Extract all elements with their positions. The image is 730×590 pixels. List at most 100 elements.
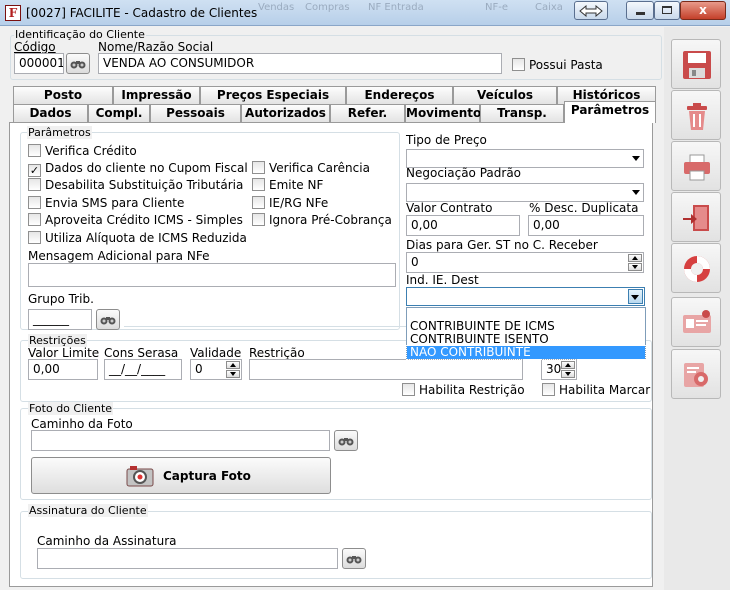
option-nao-contribuinte[interactable]: NÃO CONTRIBUINTE	[406, 345, 646, 360]
settings-icon	[684, 363, 708, 387]
code-field[interactable]: 000001	[14, 53, 64, 74]
camera-icon	[126, 466, 154, 487]
dropdown-toggle[interactable]	[628, 289, 643, 304]
dados-cupom-label: Dados do cliente no Cupom Fiscal	[45, 161, 248, 175]
negociacao-select[interactable]	[406, 183, 644, 202]
help-button[interactable]	[671, 243, 721, 293]
checkbox-box[interactable]	[28, 231, 41, 244]
ie-rg-nfe-checkbox[interactable]: IE/RG NFe	[252, 196, 328, 212]
capture-photo-button[interactable]: Captura Foto	[31, 457, 331, 494]
app-logo-icon: F	[5, 5, 21, 21]
possui-pasta-label: Possui Pasta	[529, 58, 603, 72]
envia-sms-checkbox[interactable]: Envia SMS para Cliente	[28, 196, 184, 212]
spinner-arrows-icon[interactable]	[628, 254, 642, 271]
caminho-assinatura-label: Caminho da Assinatura	[37, 534, 177, 548]
chevron-down-icon	[632, 156, 640, 161]
aproveita-credito-checkbox[interactable]: Aproveita Crédito ICMS - Simples	[28, 213, 243, 229]
print-button[interactable]	[671, 141, 721, 191]
maximize-button[interactable]	[654, 1, 680, 20]
tab-precos-especiais[interactable]: Preços Especiais	[200, 86, 346, 104]
habilita-marcar-checkbox[interactable]: Habilita Marcar	[542, 383, 650, 399]
caminho-foto-label: Caminho da Foto	[31, 417, 133, 431]
restore-arrows-button[interactable]	[574, 1, 608, 20]
verifica-credito-label: Verifica Crédito	[45, 144, 137, 158]
name-field[interactable]: VENDA AO CONSUMIDOR	[98, 53, 502, 74]
tab-refer[interactable]: Refer.	[330, 104, 405, 122]
checkbox-box[interactable]	[28, 213, 41, 226]
ghost-tab-vendas: Vendas	[258, 2, 295, 13]
delete-button[interactable]	[671, 90, 721, 140]
spinner-arrows-icon[interactable]	[561, 361, 575, 378]
checkbox-box[interactable]	[28, 178, 41, 191]
habilita-restricao-checkbox[interactable]: Habilita Restrição	[402, 383, 525, 399]
emite-nf-checkbox[interactable]: Emite NF	[252, 178, 323, 194]
grupo-trib-label: Grupo Trib.	[28, 292, 94, 306]
aliquota-reduzida-checkbox[interactable]: Utiliza Alíquota de ICMS Reduzida	[28, 231, 247, 247]
checkbox-box[interactable]	[252, 213, 265, 226]
marcar-spinner[interactable]: 30	[541, 359, 577, 380]
minimize-button[interactable]	[626, 1, 654, 20]
caminho-assinatura-search-button[interactable]	[342, 548, 366, 569]
desabilita-st-label: Desabilita Substituição Tributária	[45, 178, 244, 192]
tab-transp[interactable]: Transp.	[480, 104, 564, 122]
verifica-carencia-checkbox[interactable]: Verifica Carência	[252, 161, 370, 177]
window-title: [0027] FACILITE - Cadastro de Clientes	[26, 6, 258, 20]
ignora-pre-cobranca-checkbox[interactable]: Ignora Pré-Cobrança	[252, 213, 392, 229]
checkbox-box[interactable]	[512, 58, 525, 71]
checkbox-box[interactable]	[252, 161, 265, 174]
search-client-button[interactable]	[66, 53, 90, 74]
tab-impressao[interactable]: Impressão	[113, 86, 200, 104]
binoculars-icon	[346, 556, 362, 564]
dados-cupom-checkbox[interactable]: ✓ Dados do cliente no Cupom Fiscal	[28, 161, 248, 177]
tab-movimento[interactable]: Movimento	[405, 104, 481, 122]
grupo-trib-field[interactable]: ______	[28, 309, 92, 330]
tab-autorizados[interactable]: Autorizados	[241, 104, 330, 122]
tab-posto[interactable]: Posto	[13, 86, 113, 104]
mensagem-field[interactable]	[28, 263, 396, 287]
checkbox-box[interactable]	[252, 196, 265, 209]
cons-serasa-field[interactable]: __/__/____	[104, 359, 182, 380]
ind-ie-dropdown-list: CONTRIBUINTE DE ICMS CONTRIBUINTE ISENTO…	[406, 307, 646, 360]
desc-duplicata-field[interactable]: 0,00	[528, 215, 644, 236]
printer-icon	[684, 154, 710, 181]
tab-pessoais[interactable]: Pessoais	[150, 104, 241, 122]
tab-dados[interactable]: Dados	[13, 104, 88, 122]
checkbox-box[interactable]	[28, 144, 41, 157]
save-button[interactable]	[671, 39, 721, 89]
restricao-field[interactable]	[249, 359, 523, 380]
possui-pasta-checkbox[interactable]: Possui Pasta	[512, 58, 603, 74]
validade-label: Validade	[190, 346, 242, 360]
tab-compl[interactable]: Compl.	[88, 104, 150, 122]
trash-icon	[687, 103, 707, 130]
ignora-pre-cobranca-label: Ignora Pré-Cobrança	[269, 213, 392, 227]
valor-limite-field[interactable]: 0,00	[28, 359, 98, 380]
checkbox-box-checked[interactable]: ✓	[28, 164, 41, 177]
ind-ie-select[interactable]	[406, 287, 645, 306]
grupo-trib-search-button[interactable]	[96, 309, 120, 330]
checkbox-box[interactable]	[402, 383, 415, 396]
checkbox-box[interactable]	[542, 383, 555, 396]
dias-st-spinner[interactable]: 0	[406, 252, 644, 273]
caminho-assinatura-field[interactable]	[37, 548, 338, 569]
tab-parametros[interactable]: Parâmetros	[564, 101, 656, 123]
verifica-credito-checkbox[interactable]: Verifica Crédito	[28, 144, 137, 160]
checkbox-box[interactable]	[28, 196, 41, 209]
lifebuoy-icon	[684, 256, 710, 282]
id-card-button[interactable]	[671, 297, 721, 347]
valor-contrato-field[interactable]: 0,00	[406, 215, 520, 236]
chevron-down-icon	[632, 190, 640, 195]
checkbox-box[interactable]	[252, 178, 265, 191]
desabilita-st-checkbox[interactable]: Desabilita Substituição Tributária	[28, 178, 243, 194]
tab-enderecos[interactable]: Endereços	[346, 86, 453, 104]
caminho-foto-search-button[interactable]	[334, 430, 358, 451]
spinner-arrows-icon[interactable]	[226, 361, 240, 378]
cons-serasa-label: Cons Serasa	[104, 346, 179, 360]
close-button[interactable]: x	[680, 1, 726, 20]
exit-button[interactable]	[671, 192, 721, 242]
validade-spinner[interactable]: 0	[190, 359, 242, 380]
tab-veiculos[interactable]: Veículos	[453, 86, 557, 104]
save-icon	[683, 51, 711, 79]
binoculars-icon	[100, 317, 116, 325]
caminho-foto-field[interactable]	[31, 430, 330, 451]
settings-button[interactable]	[671, 349, 721, 399]
